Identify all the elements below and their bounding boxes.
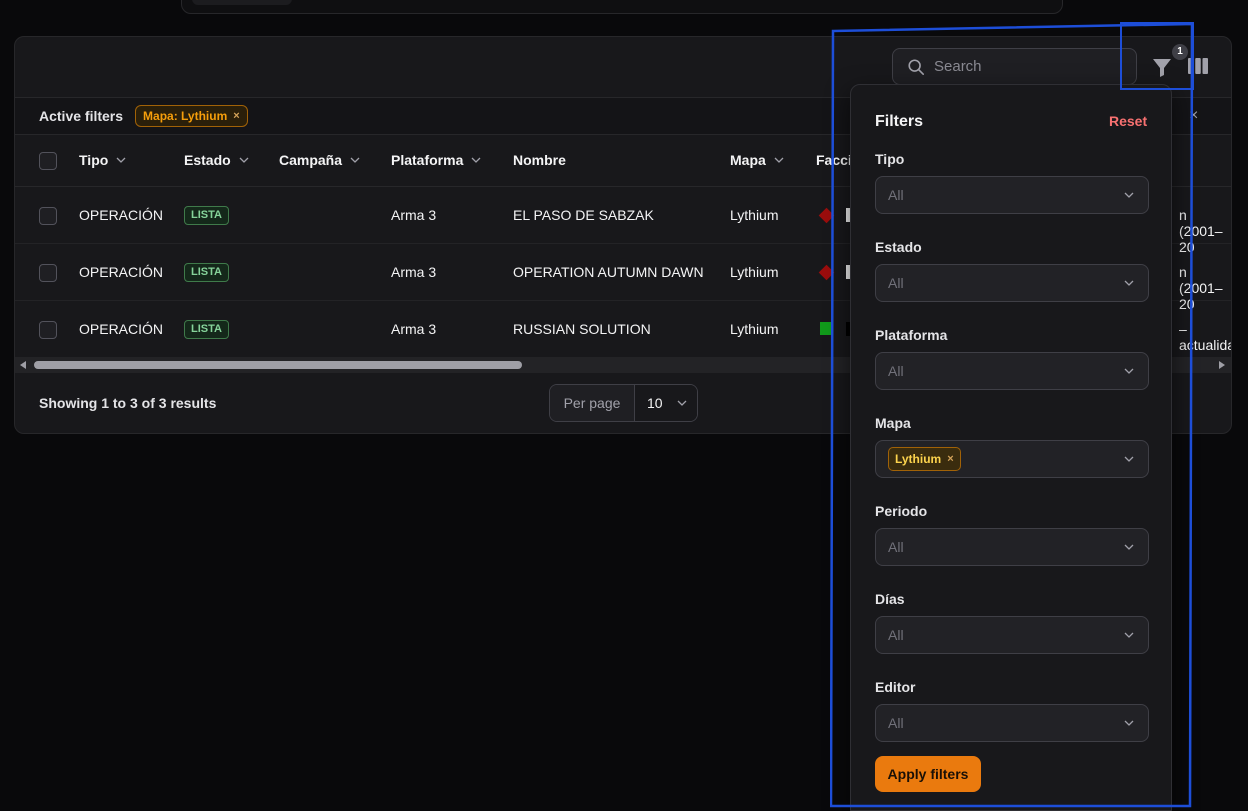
row-checkbox[interactable] — [39, 264, 57, 282]
cell-nombre: EL PASO DE SABZAK — [513, 207, 654, 223]
per-page-label: Per page — [550, 385, 635, 421]
filter-select-plataforma[interactable]: All — [875, 352, 1149, 390]
column-header-campana[interactable]: Campaña — [279, 152, 360, 168]
faction-square-icon — [820, 322, 833, 335]
filter-select-dias[interactable]: All — [875, 616, 1149, 654]
status-badge: LISTA — [184, 263, 229, 282]
filter-select-editor[interactable]: All — [875, 704, 1149, 742]
filters-title: Filters — [875, 113, 924, 130]
filter-label-tipo: Tipo — [875, 151, 905, 167]
cell-nombre: RUSSIAN SOLUTION — [513, 321, 651, 337]
select-value: All — [888, 363, 904, 379]
column-header-estado[interactable]: Estado — [184, 152, 249, 168]
select-value: All — [888, 275, 904, 291]
cell-mapa: Lythium — [730, 321, 779, 337]
filter-label-periodo: Periodo — [875, 503, 928, 519]
faction-diamond-icon — [818, 207, 835, 224]
filter-label-mapa: Mapa — [875, 415, 911, 431]
column-header-nombre[interactable]: Nombre — [513, 152, 566, 168]
column-header-label: Campaña — [279, 152, 343, 168]
remove-filter-icon[interactable]: × — [233, 110, 239, 122]
filters-panel: Filters Reset Tipo All Estado All Plataf… — [850, 84, 1172, 811]
column-header-label: Tipo — [79, 152, 109, 168]
filter-label-estado: Estado — [875, 239, 922, 255]
selected-map-chip-label: Lythium — [895, 452, 942, 466]
column-header-tipo[interactable]: Tipo — [79, 152, 126, 168]
chevron-down-icon — [1124, 280, 1134, 286]
chevron-down-icon — [1124, 544, 1134, 550]
scroll-right-icon[interactable] — [1219, 361, 1225, 369]
cell-periodo: –actualida — [1179, 321, 1232, 353]
chevron-down-icon — [116, 157, 126, 163]
column-header-label: Plataforma — [391, 152, 464, 168]
filter-select-estado[interactable]: All — [875, 264, 1149, 302]
apply-filters-button[interactable]: Apply filters — [875, 756, 981, 792]
column-header-label: Estado — [184, 152, 231, 168]
chevron-down-icon — [1124, 192, 1134, 198]
filter-label-plataforma: Plataforma — [875, 327, 948, 343]
top-panel-inner — [192, 0, 292, 5]
cell-tipo: OPERACIÓN — [79, 207, 164, 223]
select-value: All — [888, 715, 904, 731]
column-header-label: Facci — [816, 152, 852, 168]
select-value: All — [888, 627, 904, 643]
filter-select-periodo[interactable]: All — [875, 528, 1149, 566]
cell-plataforma: Arma 3 — [391, 321, 437, 337]
status-badge: LISTA — [184, 206, 229, 225]
chevron-down-icon — [350, 157, 360, 163]
remove-chip-icon[interactable]: × — [947, 453, 953, 465]
filter-count-badge: 1 — [1172, 44, 1188, 60]
chevron-down-icon — [677, 400, 687, 406]
column-header-label: Nombre — [513, 152, 566, 168]
cell-tipo: OPERACIÓN — [79, 264, 164, 280]
select-value: All — [888, 187, 904, 203]
chevron-down-icon — [1124, 456, 1134, 462]
active-filter-chip: Mapa: Lythium × — [135, 105, 248, 127]
active-filters-label: Active filters — [39, 108, 124, 124]
select-all-checkbox[interactable] — [39, 152, 57, 170]
filter-label-editor: Editor — [875, 679, 916, 695]
column-header-label: Mapa — [730, 152, 766, 168]
chevron-down-icon — [1124, 720, 1134, 726]
cell-mapa: Lythium — [730, 264, 779, 280]
per-page-select[interactable]: Per page 10 — [549, 384, 698, 422]
per-page-value[interactable]: 10 — [635, 385, 697, 421]
cell-tipo: OPERACIÓN — [79, 321, 164, 337]
filter-select-mapa[interactable]: Lythium × — [875, 440, 1149, 478]
results-summary: Showing 1 to 3 of 3 results — [39, 395, 217, 411]
row-checkbox[interactable] — [39, 321, 57, 339]
cell-mapa: Lythium — [730, 207, 779, 223]
chevron-down-icon — [774, 157, 784, 163]
filter-select-tipo[interactable]: All — [875, 176, 1149, 214]
cell-plataforma: Arma 3 — [391, 264, 437, 280]
chevron-down-icon — [1124, 368, 1134, 374]
clear-filters-icon[interactable]: × — [1189, 107, 1198, 125]
selected-map-chip: Lythium × — [888, 447, 961, 471]
column-header-plataforma[interactable]: Plataforma — [391, 152, 481, 168]
search-input[interactable] — [934, 58, 1114, 75]
chevron-down-icon — [1124, 632, 1134, 638]
row-checkbox[interactable] — [39, 207, 57, 225]
scrollbar-thumb[interactable] — [34, 361, 522, 369]
chevron-down-icon — [471, 157, 481, 163]
faction-diamond-icon — [818, 264, 835, 281]
cell-nombre: OPERATION AUTUMN DAWN — [513, 264, 704, 280]
search-box[interactable] — [892, 48, 1137, 85]
cell-plataforma: Arma 3 — [391, 207, 437, 223]
per-page-value-text: 10 — [647, 395, 663, 411]
search-icon — [908, 58, 925, 75]
filter-label-dias: Días — [875, 591, 905, 607]
select-value: All — [888, 539, 904, 555]
reset-button[interactable]: Reset — [1109, 113, 1147, 129]
chevron-down-icon — [239, 157, 249, 163]
column-header-mapa[interactable]: Mapa — [730, 152, 784, 168]
columns-icon[interactable] — [1188, 58, 1208, 74]
filter-icon[interactable] — [1151, 55, 1173, 79]
top-panel-stub — [181, 0, 1063, 14]
active-filter-chip-label: Mapa: Lythium — [143, 109, 228, 123]
column-header-faccion[interactable]: Facci — [816, 152, 852, 168]
scroll-left-icon[interactable] — [20, 361, 26, 369]
status-badge: LISTA — [184, 320, 229, 339]
